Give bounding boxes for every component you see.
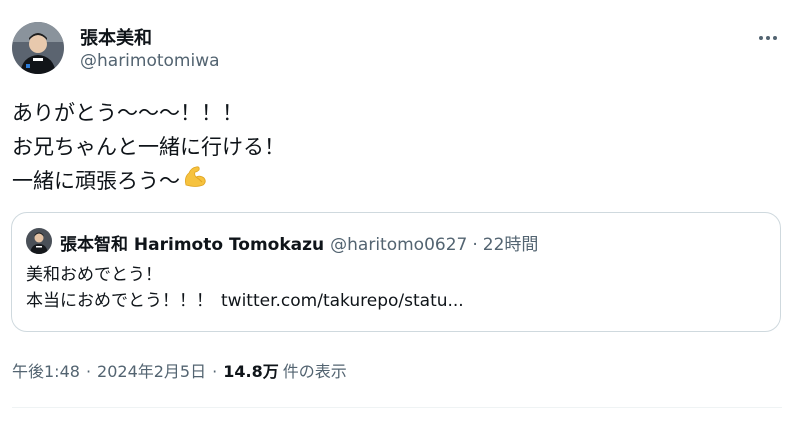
separator-dot: · [472, 235, 478, 255]
tweet-meta: 午後1:48 · 2024年2月5日 · 14.8万 件の表示 [12, 358, 347, 382]
quoted-tweet-text: 美和おめでとう！ 本当におめでとう！！！ twitter.com/takurepo… [26, 262, 766, 314]
quoted-tweet-time[interactable]: 22時間 [483, 230, 539, 255]
quoted-tweet-card[interactable]: 張本智和 Harimoto Tomokazu @haritomo0627 · 2… [11, 212, 781, 332]
quoted-tweet-header: 張本智和 Harimoto Tomokazu @haritomo0627 · 2… [60, 230, 538, 255]
tweet-time[interactable]: 午後1:48 [12, 358, 80, 382]
tweet-line: お兄ちゃんと一緒に行ける！ [12, 135, 285, 159]
more-horizontal-icon [759, 36, 777, 40]
quoted-tweet-line: 美和おめでとう！ [26, 265, 162, 285]
tweet-line: 一緒に頑張ろう〜 [12, 164, 782, 198]
tweet-text: ありがとう〜〜〜！！！ お兄ちゃんと一緒に行ける！ 一緒に頑張ろう〜 [12, 96, 782, 198]
quoted-author-avatar[interactable] [26, 228, 52, 254]
author-display-name[interactable]: 張本美和 [80, 24, 152, 50]
author-handle[interactable]: @harimotomiwa [80, 51, 220, 71]
separator-dot: · [85, 362, 92, 381]
tweet-article: 張本美和 @harimotomiwa ありがとう〜〜〜！！！ お兄ちゃんと一緒に… [0, 0, 800, 426]
quoted-author-handle[interactable]: @haritomo0627 [330, 235, 467, 255]
tweet-date[interactable]: 2024年2月5日 [97, 358, 206, 382]
views-count[interactable]: 14.8万 [223, 358, 278, 382]
separator-dot: · [212, 362, 218, 381]
quoted-tweet-line: 本当におめでとう！！！ twitter.com/takurepo/statu... [26, 291, 464, 311]
quoted-tweet-link[interactable]: twitter.com/takurepo/statu... [221, 291, 464, 311]
quoted-author-display-name[interactable]: 張本智和 Harimoto Tomokazu [60, 230, 324, 255]
more-options-button[interactable] [752, 22, 784, 54]
flexed-biceps-emoji [182, 163, 208, 199]
views-label: 件の表示 [282, 362, 347, 381]
author-avatar[interactable] [12, 22, 64, 74]
divider [12, 407, 782, 408]
tweet-line: ありがとう〜〜〜！！！ [12, 101, 243, 125]
